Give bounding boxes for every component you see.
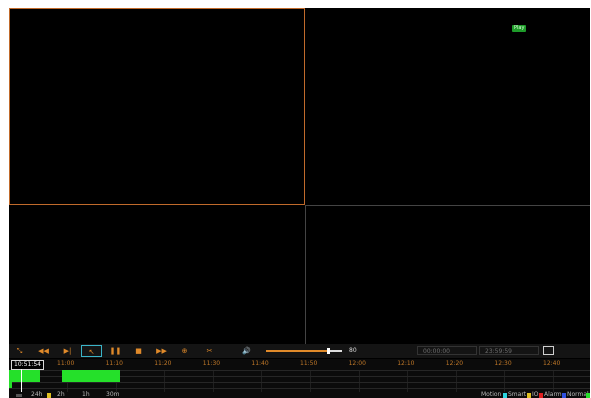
start-time-field[interactable]: 00:00:00 <box>417 346 477 355</box>
fast-forward-button[interactable]: ▶▶ <box>154 345 169 357</box>
video-pane-1[interactable] <box>9 8 305 205</box>
timeline-tick-label: 11:00 <box>57 360 75 367</box>
legend-normal-swatch <box>586 393 590 398</box>
stop-icon: ■ <box>135 347 142 355</box>
pause-icon: ❚❚ <box>109 347 122 355</box>
zoom-2h-option[interactable]: 2h <box>57 392 65 398</box>
record-segment <box>9 382 12 388</box>
playback-window: Play ⤡ ◀◀ ▶| ↖ ❚❚ ■ ▶▶ ⊕ ✂ 🔊 80 00:00:00… <box>9 8 590 398</box>
select-pointer-button[interactable]: ↖ <box>81 345 102 357</box>
video-pane-3[interactable] <box>9 206 305 344</box>
play-status-badge: Play <box>512 25 527 32</box>
timeline-tick-label: 12:30 <box>494 360 512 367</box>
timeline-tick-label: 12:40 <box>543 360 561 367</box>
legend-smart-label: Smart <box>508 391 527 398</box>
select-pointer-icon: ↖ <box>88 348 95 356</box>
volume-button[interactable]: 🔊 <box>239 345 254 357</box>
legend-motion-swatch <box>503 393 507 398</box>
timeline[interactable]: 10:51:54 11:00 11:10 11:20 11:30 11:40 11:50 1… <box>9 359 590 392</box>
timeline-tick-label: 11:10 <box>105 360 123 367</box>
video-pane-4[interactable] <box>306 206 590 344</box>
zoom-30m-option[interactable]: 30m <box>106 392 119 398</box>
legend-io-swatch <box>539 393 543 398</box>
zoom-1h-option[interactable]: 1h <box>82 392 90 398</box>
timeline-tick-label: 11:50 <box>300 360 318 367</box>
volume-slider-handle[interactable] <box>327 348 330 354</box>
calendar-icon[interactable] <box>543 346 554 355</box>
pane-divider-vertical <box>305 205 306 344</box>
pane-divider-horizontal <box>306 205 590 206</box>
volume-value: 80 <box>349 347 357 354</box>
next-frame-button[interactable]: ▶| <box>60 345 75 357</box>
zoom-active-marker <box>47 393 51 398</box>
timeline-tick-label: 11:20 <box>154 360 172 367</box>
end-time-field[interactable]: 23:59:59 <box>479 346 539 355</box>
legend-motion-label: Motion <box>481 391 502 398</box>
split-screen-button[interactable]: ⤡ <box>12 345 27 357</box>
fast-forward-icon: ▶▶ <box>156 347 167 355</box>
legend-alarm-label: Alarm <box>544 391 562 398</box>
legend-io-label: IO <box>532 391 539 398</box>
volume-slider-fill <box>266 350 327 352</box>
timeline-cursor[interactable] <box>21 369 22 392</box>
stop-button[interactable]: ■ <box>131 345 146 357</box>
next-frame-icon: ▶| <box>63 347 72 355</box>
zoom-in-icon: ⊕ <box>181 347 188 355</box>
pause-button[interactable]: ❚❚ <box>108 345 123 357</box>
zoom-24h-option[interactable]: 24h <box>31 392 42 398</box>
split-icon: ⤡ <box>16 347 23 355</box>
clip-button[interactable]: ✂ <box>202 345 217 357</box>
timeline-tick-label: 11:40 <box>251 360 269 367</box>
rewind-button[interactable]: ◀◀ <box>36 345 51 357</box>
playback-toolbar: ⤡ ◀◀ ▶| ↖ ❚❚ ■ ▶▶ ⊕ ✂ 🔊 80 00:00:00 23:5… <box>9 344 590 358</box>
rewind-icon: ◀◀ <box>38 347 49 355</box>
current-time-label: 10:51:54 <box>11 360 44 370</box>
legend-alarm-swatch <box>562 393 566 398</box>
record-segment <box>9 376 40 382</box>
volume-icon: 🔊 <box>242 347 251 355</box>
record-segment <box>62 376 120 382</box>
video-pane-2[interactable]: Play <box>306 8 590 205</box>
timeline-tick-label: 12:00 <box>348 360 366 367</box>
timeline-tick-label: 11:30 <box>202 360 221 367</box>
timeline-grid-line <box>9 388 590 389</box>
timeline-tick-label: 12:10 <box>397 360 415 367</box>
timeline-grid-line <box>9 382 590 383</box>
zoom-indicator-icon <box>16 394 22 397</box>
bottom-bar: 24h 2h 1h 30m Motion Smart IO Alarm Norm… <box>9 392 590 398</box>
clip-icon: ✂ <box>206 347 213 355</box>
timeline-tick-label: 12:20 <box>445 360 464 367</box>
legend-smart-swatch <box>527 393 531 398</box>
volume-slider-rest <box>330 350 342 352</box>
zoom-in-button[interactable]: ⊕ <box>177 345 192 357</box>
